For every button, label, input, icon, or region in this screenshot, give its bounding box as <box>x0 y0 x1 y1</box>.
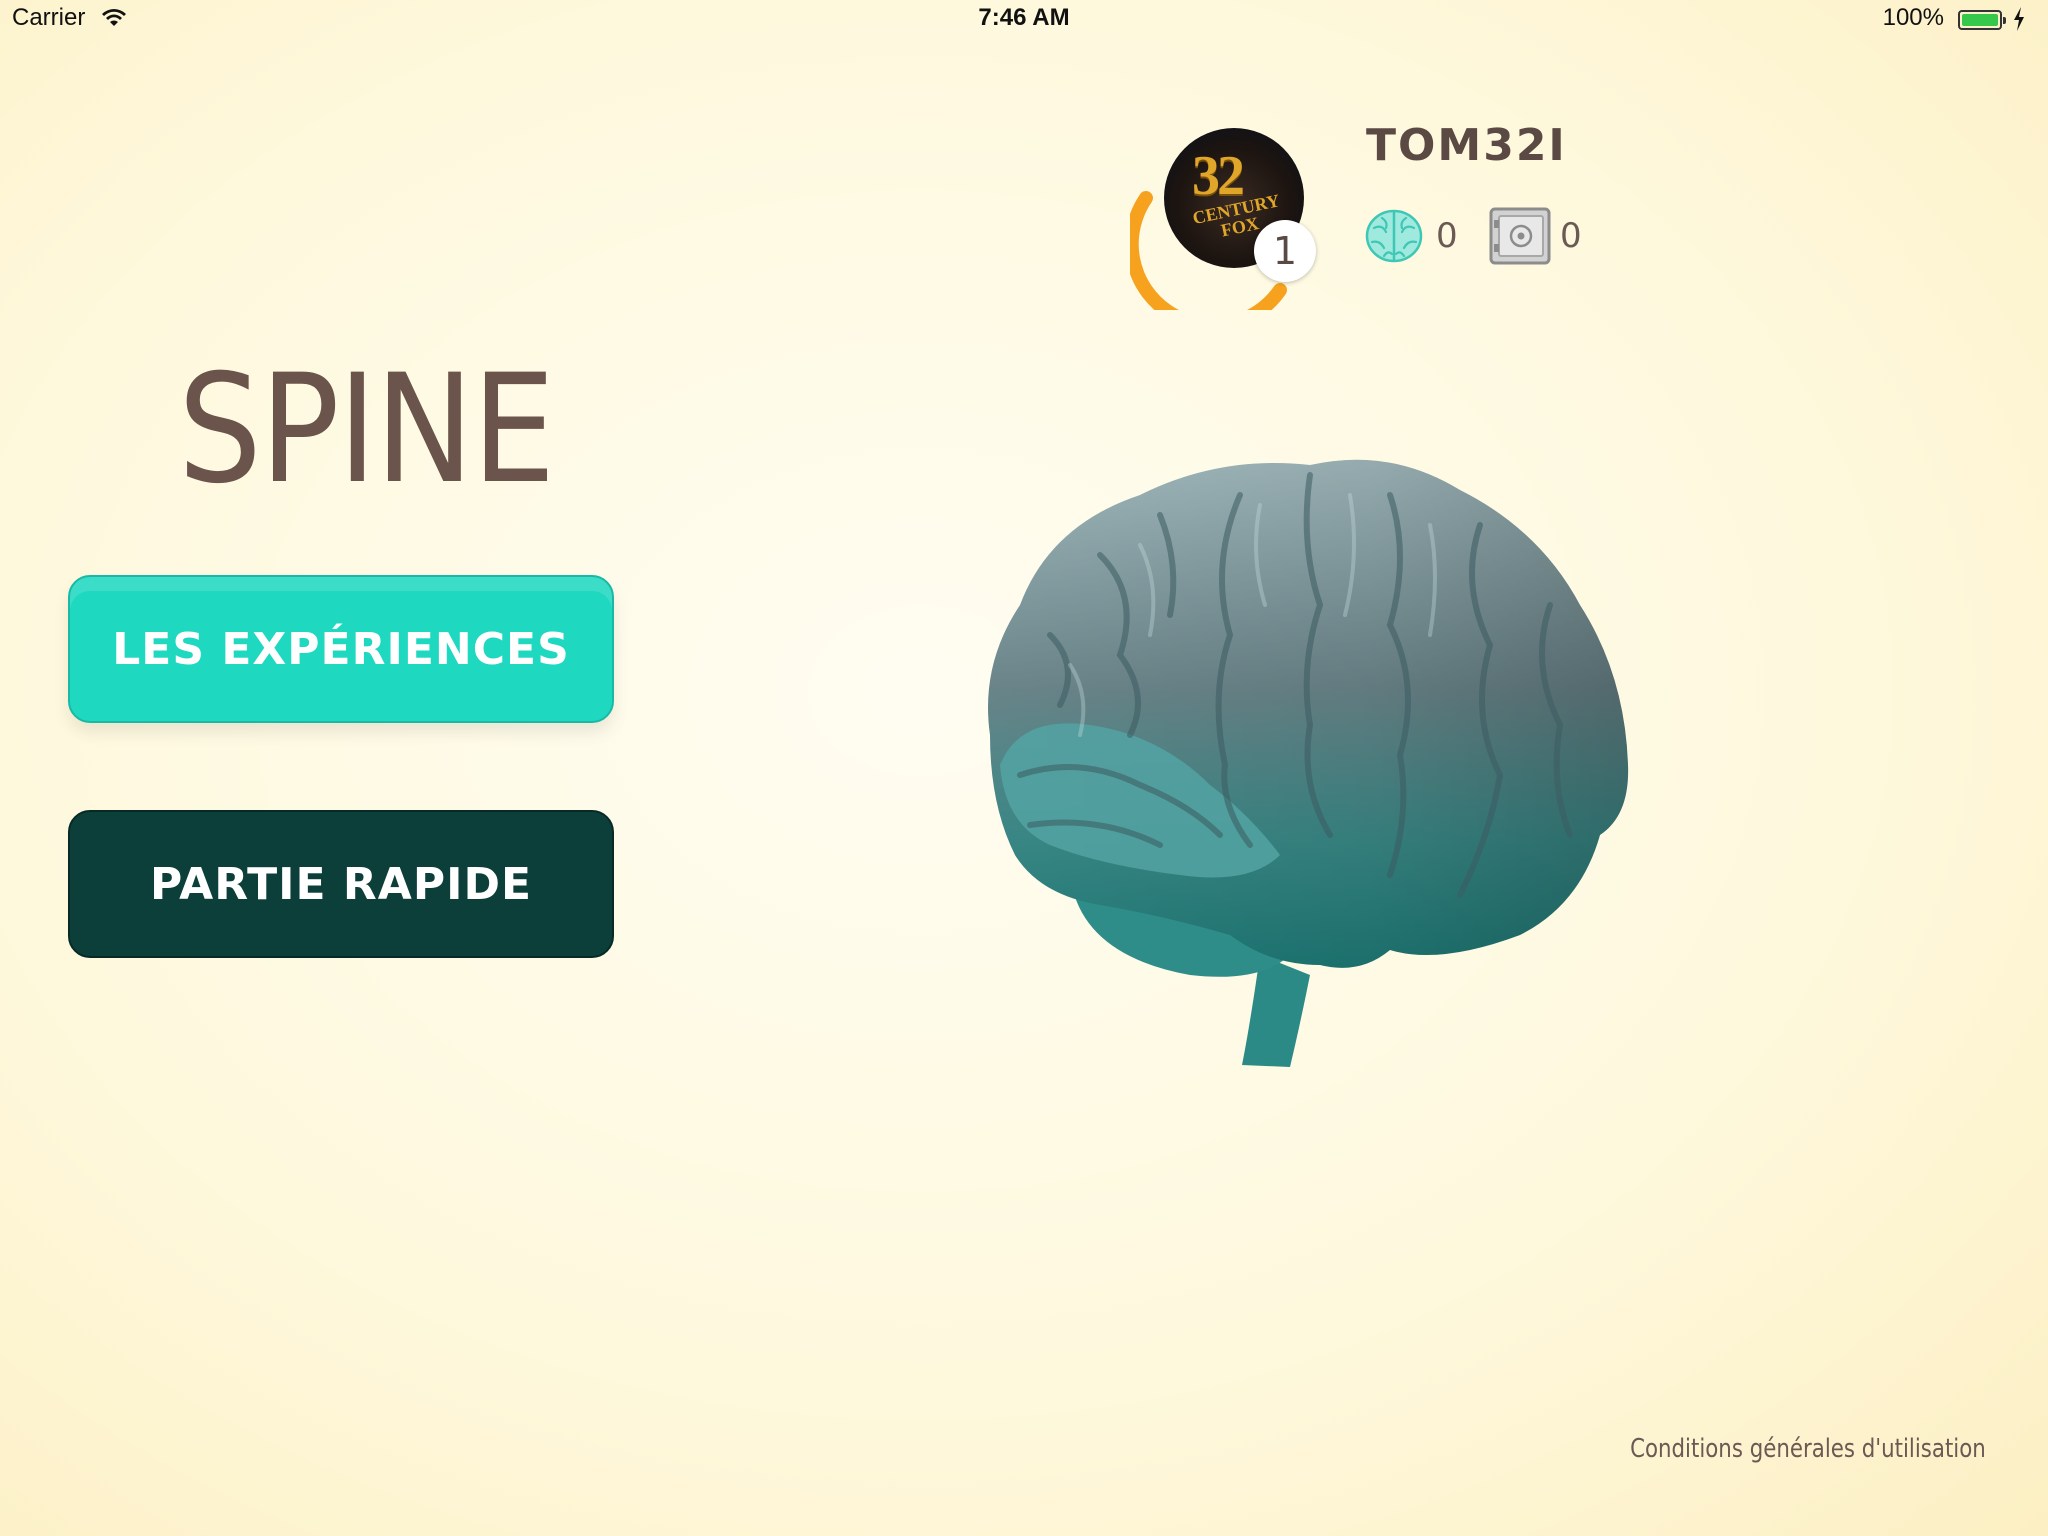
level-badge: 1 <box>1254 220 1316 282</box>
safe-count: 0 <box>1560 216 1582 256</box>
username: TOM32I <box>1366 120 1567 171</box>
status-time: 7:46 AM <box>978 4 1070 31</box>
quick-game-button[interactable]: PARTIE RAPIDE <box>68 810 614 958</box>
terms-link[interactable]: Conditions générales d'utilisation <box>1630 1434 1986 1464</box>
status-bar: Carrier 7:46 AM 100% <box>0 0 2048 40</box>
battery-percent: 100% <box>1882 4 1944 31</box>
charging-bolt-icon <box>2014 7 2024 31</box>
page-title: SPINE <box>178 343 555 517</box>
safe-icon <box>1489 207 1551 265</box>
brain-icon <box>1365 209 1423 263</box>
brain-model[interactable] <box>960 435 1720 1075</box>
brain-count: 0 <box>1436 216 1458 256</box>
battery-icon <box>1958 10 2006 30</box>
experiences-button[interactable]: LES EXPÉRIENCES <box>68 575 614 723</box>
